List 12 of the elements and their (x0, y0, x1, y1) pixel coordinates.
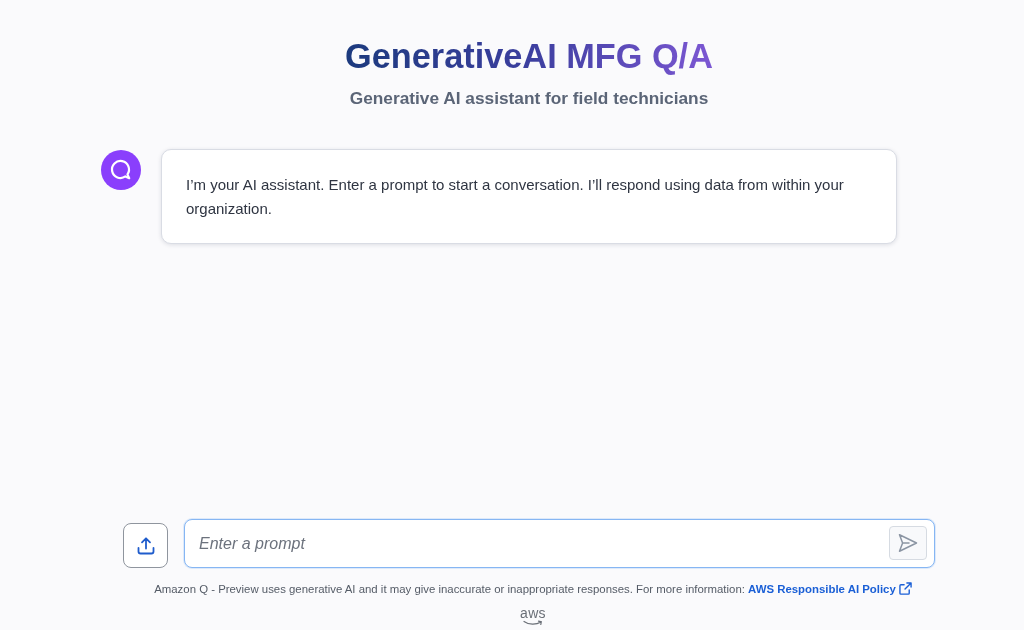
upload-button[interactable] (123, 523, 168, 568)
disclaimer-text: Amazon Q - Preview uses generative AI and it may give inaccurate or inappropriate responses. For more information: AWS Responsible AI Policy (154, 581, 912, 597)
policy-link[interactable]: AWS Responsible AI Policy (748, 583, 912, 595)
app-subtitle: Generative AI assistant for field technicians (349, 88, 709, 108)
prompt-input[interactable]: Enter a prompt (184, 519, 935, 568)
chat-bubble-icon (101, 150, 141, 190)
upload-icon (136, 536, 155, 555)
send-icon (898, 533, 918, 553)
assistant-message: I’m your AI assistant. Enter a prompt to start a conversation. I’ll respond using data from within your organization. (161, 149, 897, 244)
send-button[interactable] (889, 526, 927, 560)
aws-logo: aws (520, 607, 546, 626)
external-link-icon (898, 582, 912, 595)
